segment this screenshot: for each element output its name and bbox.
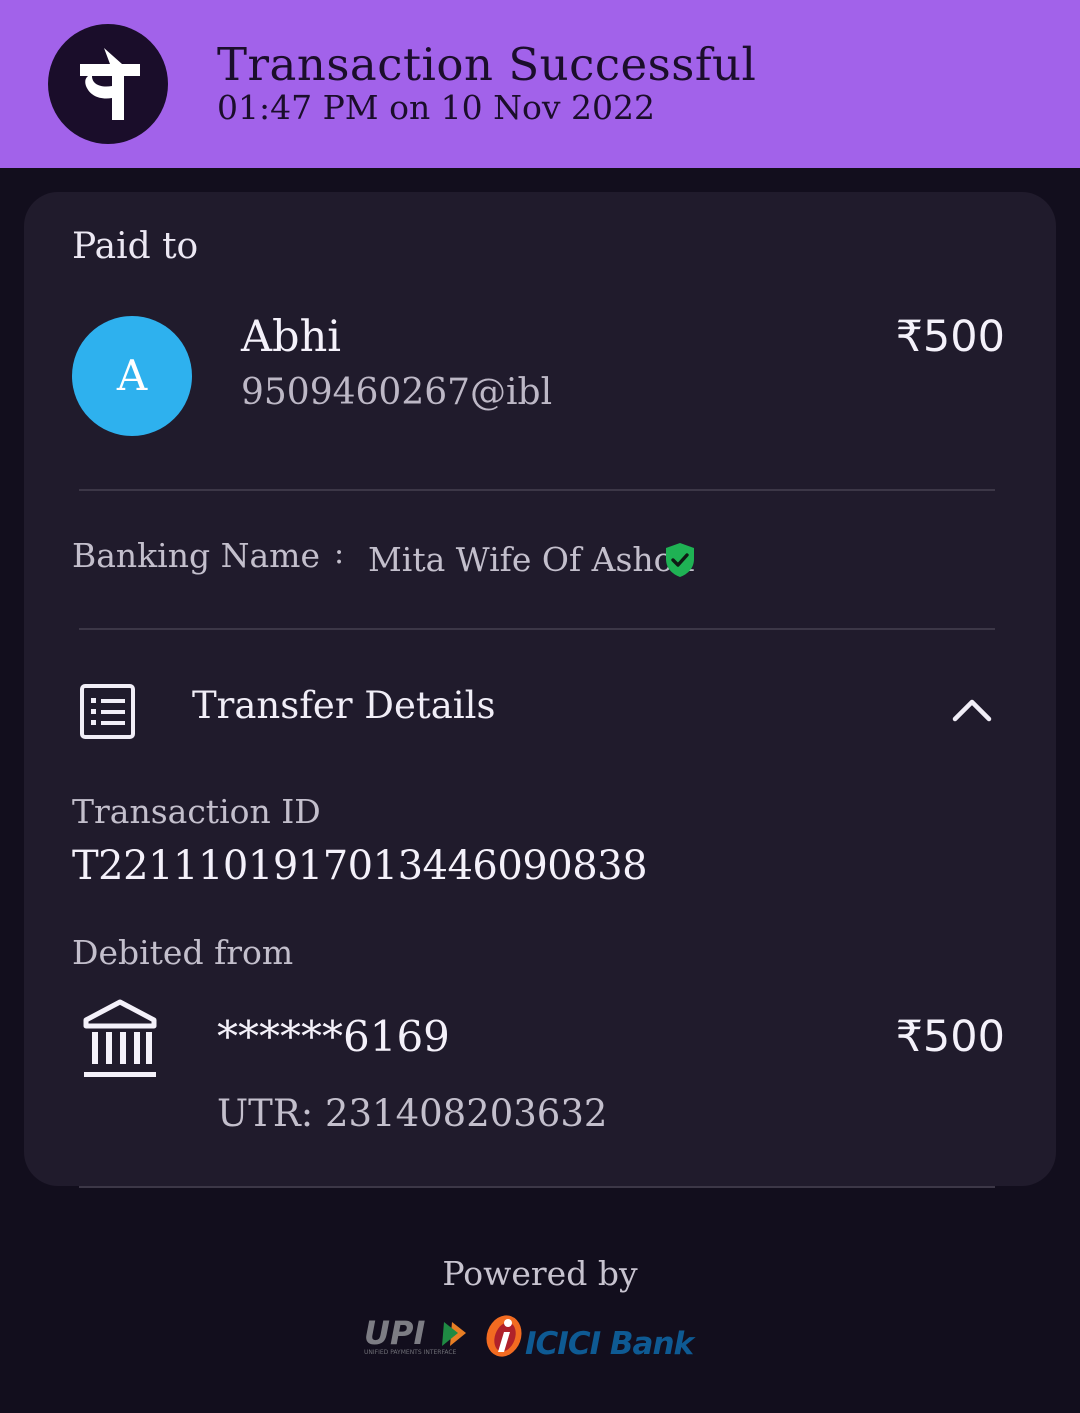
icici-logo-icon xyxy=(482,1310,528,1364)
svg-text:UNIFIED PAYMENTS INTERFACE: UNIFIED PAYMENTS INTERFACE xyxy=(364,1349,457,1356)
payee-avatar: A xyxy=(72,316,192,436)
payee-upi-id: 9509460267@ibl xyxy=(241,372,553,413)
divider xyxy=(79,628,995,630)
verified-shield-icon xyxy=(664,542,696,582)
icici-bank-wordmark: ICICI Bank xyxy=(525,1326,694,1362)
transaction-id-label: Transaction ID xyxy=(72,792,321,831)
paid-amount: ₹500 xyxy=(895,312,1005,362)
svg-text:UPI: UPI xyxy=(364,1314,425,1352)
status-header: Transaction Successful 01:47 PM on 10 No… xyxy=(0,0,1080,168)
powered-by-label: Powered by xyxy=(442,1254,638,1293)
upi-logo-icon: UPI UNIFIED PAYMENTS INTERFACE xyxy=(362,1314,474,1362)
divider xyxy=(79,489,995,491)
banking-name-value: Mita Wife Of Ashok xyxy=(368,540,694,579)
banking-name-label: Banking Name xyxy=(72,536,320,575)
debited-amount: ₹500 xyxy=(895,1012,1005,1062)
bank-icon xyxy=(82,998,158,1084)
phonepe-logo-icon xyxy=(48,24,168,144)
transfer-details-title[interactable]: Transfer Details xyxy=(192,684,495,727)
payee-name: Abhi xyxy=(241,312,342,362)
list-icon xyxy=(80,684,136,744)
banking-name-separator: : xyxy=(334,536,345,571)
debited-from-label: Debited from xyxy=(72,933,294,972)
transaction-id-value[interactable]: T2211101917013446090838 xyxy=(72,843,648,889)
debited-account-number: ******6169 xyxy=(217,1012,450,1061)
paid-to-label: Paid to xyxy=(72,226,199,267)
transaction-status-title: Transaction Successful xyxy=(217,38,757,91)
utr-number[interactable]: UTR: 231408203632 xyxy=(217,1092,607,1135)
chevron-up-icon[interactable] xyxy=(950,694,994,728)
divider xyxy=(79,1186,995,1188)
transaction-timestamp: 01:47 PM on 10 Nov 2022 xyxy=(217,88,656,127)
